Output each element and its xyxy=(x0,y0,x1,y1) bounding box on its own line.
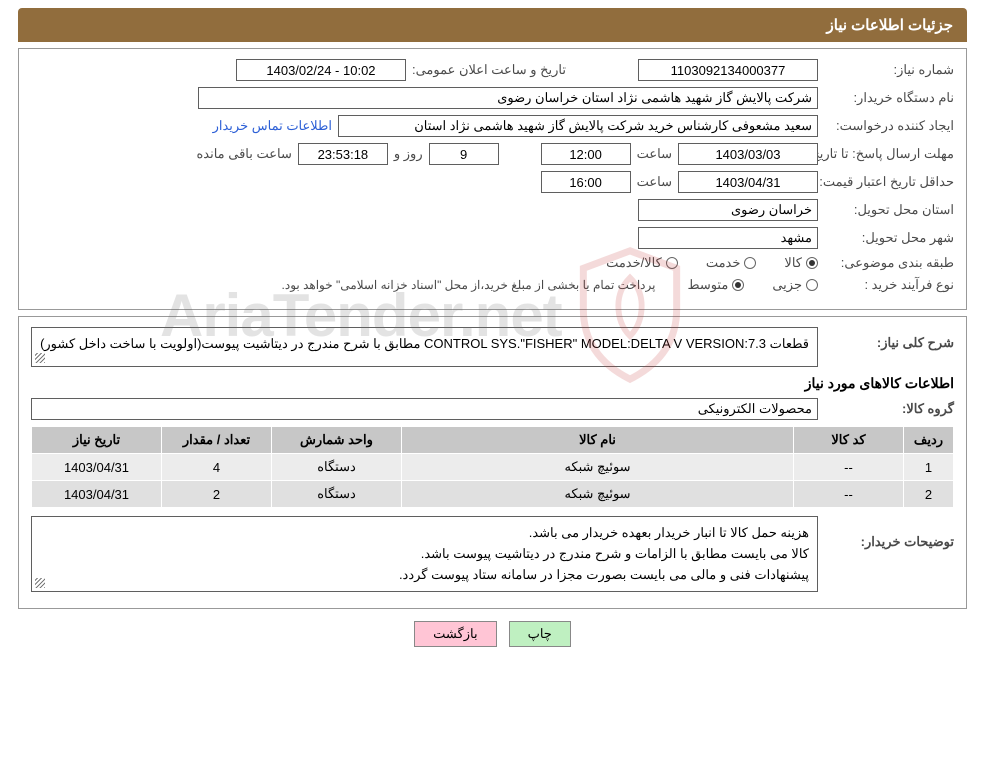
table-cell: سوئیچ شبکه xyxy=(402,454,794,481)
resize-handle-icon[interactable] xyxy=(35,578,45,588)
items-table: ردیف کد کالا نام کالا واحد شمارش تعداد /… xyxy=(31,426,954,508)
label-goods-group: گروه کالا: xyxy=(824,401,954,417)
label-hour-1: ساعت xyxy=(637,146,672,162)
field-time-left: 23:53:18 xyxy=(298,143,388,165)
label-need-no: شماره نیاز: xyxy=(824,62,954,78)
field-price-hour: 16:00 xyxy=(541,171,631,193)
topic-class-radios: کالا خدمت کالا/خدمت xyxy=(606,255,818,271)
label-province: استان محل تحویل: xyxy=(824,202,954,218)
field-need-no: 1103092134000377 xyxy=(638,59,818,81)
label-hour-2: ساعت xyxy=(637,174,672,190)
label-price-validity: حداقل تاریخ اعتبار قیمت: تا تاریخ: xyxy=(824,174,954,190)
page-title: جزئیات اطلاعات نیاز xyxy=(18,8,967,42)
table-row: 2--سوئیچ شبکهدستگاه21403/04/31 xyxy=(32,481,954,508)
print-button[interactable]: چاپ xyxy=(509,621,571,647)
main-info-box: شماره نیاز: 1103092134000377 تاریخ و ساع… xyxy=(18,48,967,310)
table-cell: 1403/04/31 xyxy=(32,454,162,481)
field-goods-group: محصولات الکترونیکی xyxy=(31,398,818,420)
th-qty: تعداد / مقدار xyxy=(162,427,272,454)
table-cell: دستگاه xyxy=(272,481,402,508)
label-service: خدمت xyxy=(706,255,741,271)
field-buyer-org: شرکت پالایش گاز شهید هاشمی نژاد استان خر… xyxy=(198,87,818,109)
table-cell: 1403/04/31 xyxy=(32,481,162,508)
field-price-date: 1403/04/31 xyxy=(678,171,818,193)
label-topic-class: طبقه بندی موضوعی: xyxy=(824,255,954,271)
field-reply-hour: 12:00 xyxy=(541,143,631,165)
purchase-type-radios: جزیی متوسط xyxy=(687,277,818,293)
radio-goods-service[interactable] xyxy=(666,257,678,269)
table-cell: 1 xyxy=(904,454,954,481)
table-cell: دستگاه xyxy=(272,454,402,481)
radio-goods[interactable] xyxy=(806,257,818,269)
purchase-note: پرداخت تمام یا بخشی از مبلغ خرید،از محل … xyxy=(282,278,656,292)
table-cell: 2 xyxy=(904,481,954,508)
field-reply-date: 1403/03/03 xyxy=(678,143,818,165)
label-days-and: روز و xyxy=(394,146,423,162)
table-cell: -- xyxy=(794,481,904,508)
radio-service[interactable] xyxy=(744,257,756,269)
label-hours-left: ساعت باقی مانده xyxy=(196,146,291,162)
field-requester: سعید مشعوفی کارشناس خرید شرکت پالایش گاز… xyxy=(338,115,818,137)
th-name: نام کالا xyxy=(402,427,794,454)
label-buyer-notes: توضیحات خریدار: xyxy=(824,516,954,550)
label-partial: جزیی xyxy=(772,277,802,293)
label-buyer-org: نام دستگاه خریدار: xyxy=(824,90,954,106)
radio-partial[interactable] xyxy=(806,279,818,291)
label-purchase-type: نوع فرآیند خرید : xyxy=(824,277,954,293)
field-buyer-notes: هزینه حمل کالا تا انبار خریدار بعهده خری… xyxy=(31,516,818,592)
label-goods-service: کالا/خدمت xyxy=(606,255,662,271)
field-province: خراسان رضوی xyxy=(638,199,818,221)
table-cell: 2 xyxy=(162,481,272,508)
th-unit: واحد شمارش xyxy=(272,427,402,454)
label-city: شهر محل تحویل: xyxy=(824,230,954,246)
label-medium: متوسط xyxy=(687,277,728,293)
label-need-desc: شرح کلی نیاز: xyxy=(824,327,954,351)
field-need-desc: قطعات CONTROL SYS."FISHER" MODEL:DELTA V… xyxy=(31,327,818,367)
th-code: کد کالا xyxy=(794,427,904,454)
th-need-date: تاریخ نیاز xyxy=(32,427,162,454)
table-cell: سوئیچ شبکه xyxy=(402,481,794,508)
field-public-announce: 1403/02/24 - 10:02 xyxy=(236,59,406,81)
label-reply-deadline: مهلت ارسال پاسخ: تا تاریخ: xyxy=(824,146,954,162)
table-row: 1--سوئیچ شبکهدستگاه41403/04/31 xyxy=(32,454,954,481)
label-requester: ایجاد کننده درخواست: xyxy=(824,118,954,134)
resize-handle-icon[interactable] xyxy=(35,353,45,363)
label-public-announce: تاریخ و ساعت اعلان عمومی: xyxy=(412,62,566,78)
radio-medium[interactable] xyxy=(732,279,744,291)
details-box: شرح کلی نیاز: قطعات CONTROL SYS."FISHER"… xyxy=(18,316,967,609)
table-cell: -- xyxy=(794,454,904,481)
field-days-left: 9 xyxy=(429,143,499,165)
th-row: ردیف xyxy=(904,427,954,454)
items-info-title: اطلاعات کالاهای مورد نیاز xyxy=(31,375,954,392)
table-cell: 4 xyxy=(162,454,272,481)
back-button[interactable]: بازگشت xyxy=(414,621,496,647)
field-city: مشهد xyxy=(638,227,818,249)
label-goods: کالا xyxy=(784,255,802,271)
buyer-contact-link[interactable]: اطلاعات تماس خریدار xyxy=(213,118,332,134)
